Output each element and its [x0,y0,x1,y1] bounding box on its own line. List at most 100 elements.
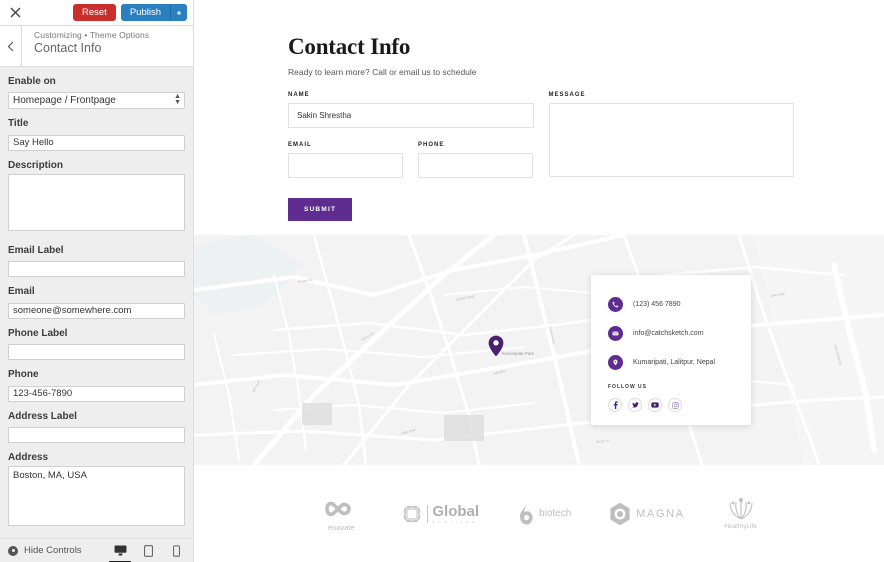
logo-global-sub: a u d i t i o n [432,519,476,524]
info-phone-text: (123) 456 7890 [633,301,681,308]
tablet-icon[interactable] [139,542,157,560]
collapse-icon [8,545,18,556]
control-label-address-label: Address Label [8,410,77,422]
control-label-description: Description [8,159,64,171]
control-address: Address [8,452,185,531]
control-enable-on: Enable on Homepage / Frontpage ▲ ▼ [8,76,185,109]
address-textarea[interactable] [8,466,185,526]
logo-healthylife-label: HealthyLife [724,523,757,530]
enable-on-select[interactable]: Homepage / Frontpage [8,92,185,109]
submit-button[interactable]: SUBMIT [288,198,353,221]
control-label-email-label: Email Label [8,244,64,256]
control-label-phone-label: Phone Label [8,327,68,339]
logo-biotech: biotech [517,501,571,527]
page-title: Contact Info [34,41,102,55]
info-row-address: Kumaripati, Lalitpur, Nepal [608,355,734,370]
control-address-label: Address Label [8,410,185,443]
control-label-enable-on: Enable on [8,76,56,87]
envelope-icon [608,326,623,341]
form-row-email-phone: EMAIL PHONE [288,142,534,178]
enable-on-select-wrap: Homepage / Frontpage ▲ ▼ [8,90,185,109]
description-textarea[interactable] [8,173,185,231]
desktop-icon[interactable] [109,542,131,562]
control-description: Description [8,160,185,236]
close-icon[interactable] [4,2,26,24]
control-label-title: Title [8,118,29,129]
control-label-phone: Phone [8,369,39,380]
email-input-preview[interactable] [288,153,403,178]
name-input[interactable] [288,103,534,128]
breadcrumb: Customizing • Theme Options [34,30,150,40]
youtube-icon[interactable] [648,398,662,412]
map-pin-label: Kumaripati Park [502,351,535,356]
hide-controls-button[interactable]: Hide Controls [8,545,82,556]
phone-label-input[interactable] [8,344,185,360]
customizer-sidebar: Reset Publish Customizing • Theme Option… [0,0,194,562]
facebook-icon[interactable] [608,398,622,412]
phone-icon [608,297,623,312]
contact-heading: Contact Info [288,34,411,59]
address-label-input[interactable] [8,427,185,443]
customizer-footer: Hide Controls [0,538,193,562]
social-links [608,398,734,412]
follow-us-label: FOLLOW US [608,384,647,390]
header-titles: Customizing • Theme Options Contact Info [22,26,149,66]
contact-subheading: Ready to learn more? Call or email us to… [288,67,477,77]
title-input[interactable] [8,134,185,151]
phone-field-group: PHONE [418,142,533,178]
message-field-label: MESSAGE [548,92,586,98]
phone-input[interactable] [8,385,185,402]
control-email-label: Email Label [8,244,185,277]
logo-healthylife: HealthyLife [723,497,759,530]
info-row-email: info@catchsketch.com [608,326,734,341]
control-email: Email [8,286,185,319]
logo-global-label: Global [432,502,480,520]
device-preview-buttons [109,542,185,562]
control-label-email: Email [8,286,35,297]
customizer-app: Reset Publish Customizing • Theme Option… [0,0,884,562]
map-area[interactable]: Peace Rd Green St Orchid Marg Central Av… [194,235,884,465]
logo-magna-label: MAGNA [636,507,685,520]
email-label-input[interactable] [8,261,185,277]
email-input[interactable] [8,302,185,319]
logo-global-divider [427,504,429,523]
instagram-icon[interactable] [668,398,682,412]
contact-section: Contact Info Ready to learn more? Call o… [194,0,884,221]
publish-button[interactable]: Publish [120,4,170,21]
form-right-column: MESSAGE [548,92,794,221]
info-address-text: Kumaripati, Lalitpur, Nepal [633,359,716,366]
chevron-left-icon[interactable] [0,26,22,66]
phone-field-label: PHONE [418,142,445,148]
form-left-column: NAME EMAIL PHONE SUBMIT [288,92,534,221]
gear-icon[interactable] [170,4,187,21]
customizer-topbar: Reset Publish [0,0,193,26]
logo-enovate-label: enovate [328,522,355,532]
site-preview: Contact Info Ready to learn more? Call o… [194,0,884,562]
email-field-label: EMAIL [288,142,312,148]
logo-enovate: enovate [319,496,363,532]
logo-magna: MAGNA [609,502,684,526]
location-pin-icon [608,355,623,370]
control-phone-label: Phone Label [8,327,185,360]
hide-controls-label: Hide Controls [24,545,82,556]
publish-button-group: Publish [120,4,187,21]
email-field-group: EMAIL [288,142,403,178]
control-label-address: Address [8,452,49,463]
info-row-phone: (123) 456 7890 [608,297,734,312]
contact-info-card: (123) 456 7890 info@catchsketch.com Kuma… [591,275,751,425]
customizer-header: Customizing • Theme Options Contact Info [0,26,193,67]
control-phone: Phone [8,369,185,402]
logo-biotech-label: biotech [539,508,572,519]
client-logos: enovate Global a u d i t i o n biotech M… [194,465,884,562]
control-title: Title [8,118,185,151]
info-email-text: info@catchsketch.com [633,330,704,337]
name-field-label: NAME [288,92,310,98]
mobile-icon[interactable] [167,542,185,560]
contact-form: NAME EMAIL PHONE SUBMIT [288,92,794,221]
message-textarea[interactable] [548,103,794,177]
reset-button[interactable]: Reset [73,4,116,21]
phone-input-preview[interactable] [418,153,533,178]
twitter-icon[interactable] [628,398,642,412]
logo-global: Global a u d i t i o n [401,503,479,525]
customizer-controls: Enable on Homepage / Frontpage ▲ ▼ Title … [0,67,193,538]
